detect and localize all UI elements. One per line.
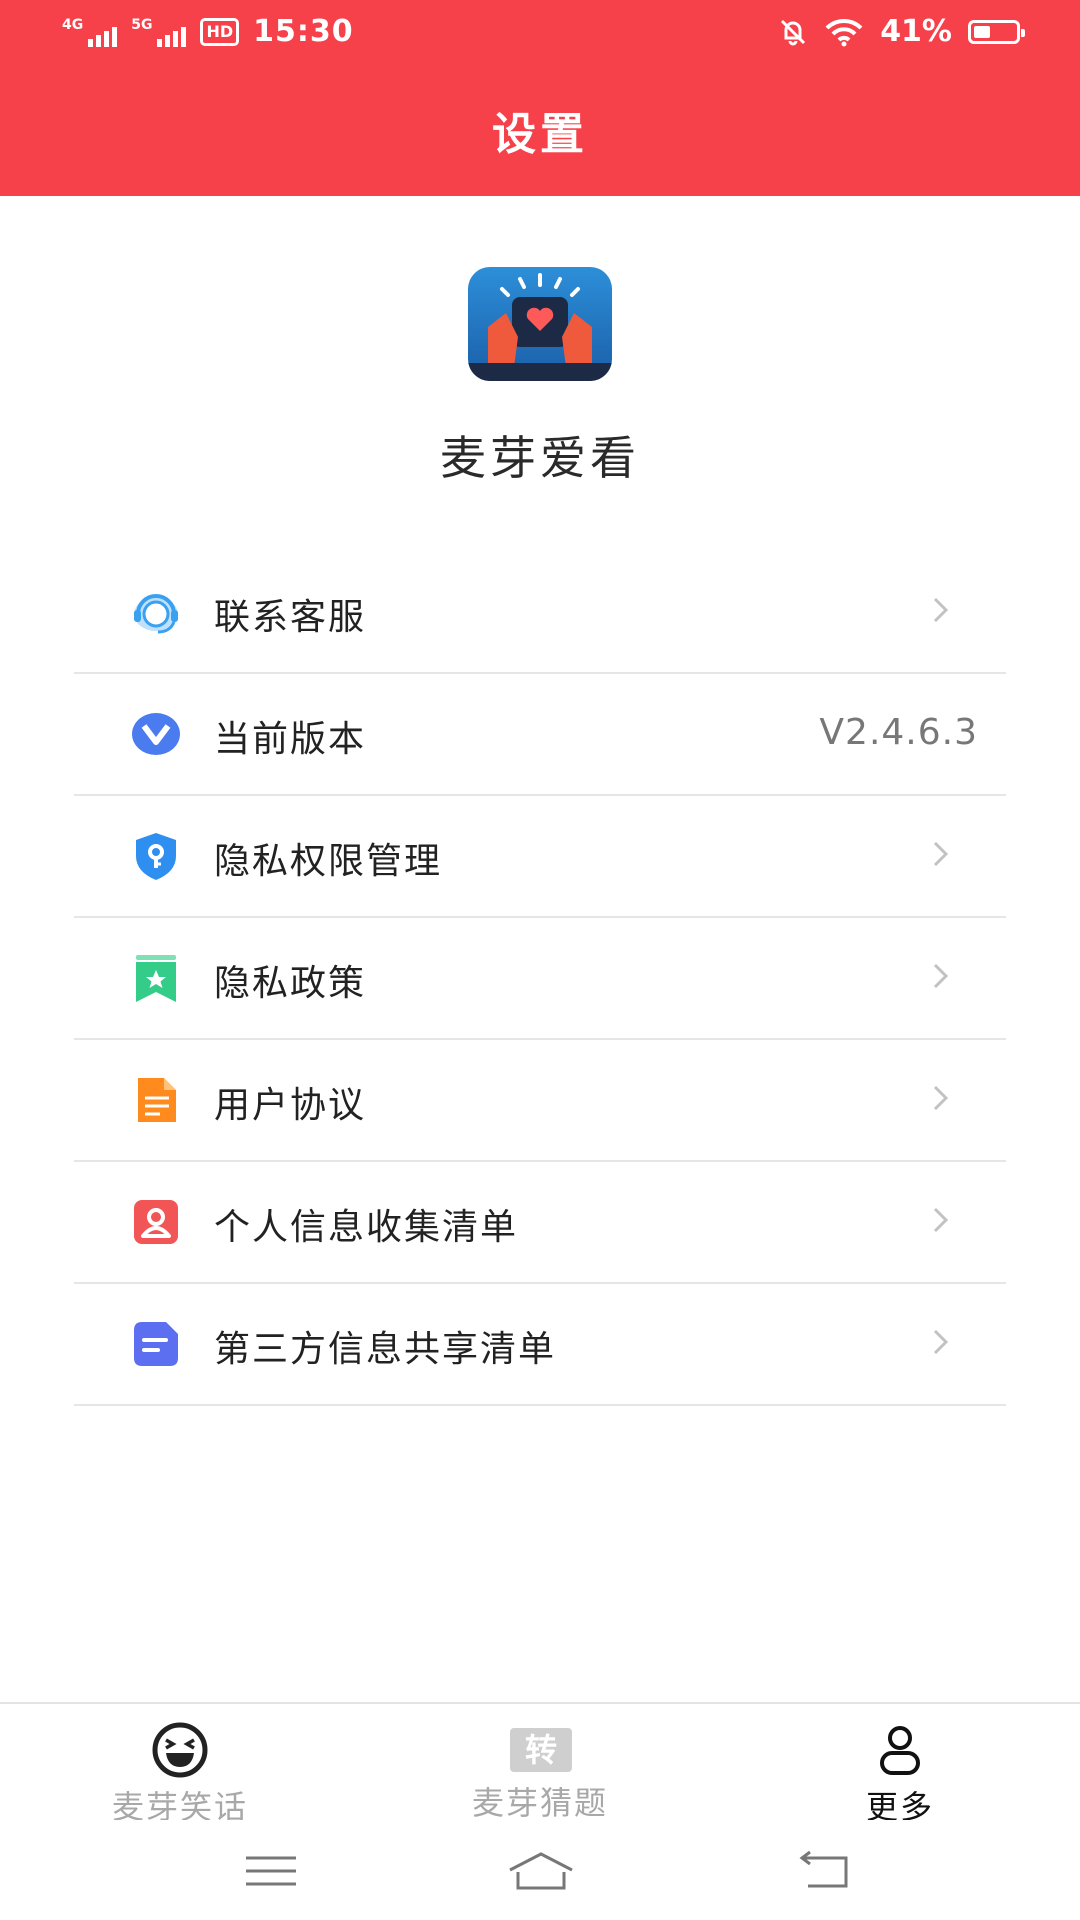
signal-4g-icon: 4G bbox=[62, 16, 118, 47]
app-logo bbox=[468, 267, 612, 381]
menu-item-current-version[interactable]: 当前版本 V2.4.6.3 bbox=[74, 674, 1006, 796]
chevron-right-icon bbox=[933, 597, 949, 623]
chevron-right-icon bbox=[933, 841, 949, 867]
menu-item-label: 第三方信息共享清单 bbox=[214, 1329, 557, 1370]
badge-text: 转 bbox=[510, 1728, 572, 1772]
menu-item-personal-info-list[interactable]: 个人信息收集清单 bbox=[74, 1162, 1006, 1284]
laughing-face-icon bbox=[152, 1722, 208, 1778]
menu-item-user-agreement[interactable]: 用户协议 bbox=[74, 1040, 1006, 1162]
person-icon bbox=[880, 1726, 920, 1775]
tab-label: 麦芽猜题 bbox=[471, 1784, 608, 1822]
settings-menu: 联系客服 当前版本 V2.4.6.3 隐私权限管理 隐私政策 用户协议 个人信息… bbox=[74, 552, 1006, 1406]
menu-icon[interactable] bbox=[236, 1848, 306, 1894]
bookmark-star-icon bbox=[136, 955, 176, 1002]
status-left: 4G 5G HD 15:30 bbox=[62, 14, 354, 49]
battery-percent: 41% bbox=[880, 14, 952, 49]
menu-item-contact-support[interactable]: 联系客服 bbox=[74, 552, 1006, 674]
network-type-label: 4G bbox=[62, 16, 84, 33]
tab-more[interactable]: 更多 bbox=[800, 1722, 1000, 1828]
status-right: 41% bbox=[778, 14, 1025, 49]
headset-icon bbox=[134, 594, 178, 634]
menu-item-label: 当前版本 bbox=[214, 719, 367, 760]
tab-quiz[interactable]: 转 麦芽猜题 bbox=[440, 1722, 640, 1824]
status-bar: 4G 5G HD 15:30 41% bbox=[0, 0, 1080, 70]
chevron-right-icon bbox=[933, 1085, 949, 1111]
zhuan-badge-icon: 转 bbox=[508, 1722, 572, 1778]
menu-item-privacy-permissions[interactable]: 隐私权限管理 bbox=[74, 796, 1006, 918]
menu-item-label: 联系客服 bbox=[214, 597, 367, 638]
menu-item-label: 隐私权限管理 bbox=[214, 841, 443, 882]
menu-item-label: 个人信息收集清单 bbox=[214, 1207, 519, 1248]
list-card-icon bbox=[134, 1322, 178, 1366]
clock: 15:30 bbox=[253, 14, 354, 49]
signal-5g-icon: 5G bbox=[131, 16, 187, 47]
chevron-right-icon bbox=[933, 963, 949, 989]
person-card-icon bbox=[134, 1200, 178, 1244]
mute-bell-icon bbox=[781, 19, 806, 45]
menu-item-privacy-policy[interactable]: 隐私政策 bbox=[74, 918, 1006, 1040]
network-type-label: 5G bbox=[131, 16, 153, 33]
back-icon[interactable] bbox=[790, 1848, 860, 1894]
header-bar: 4G 5G HD 15:30 41% 设置 bbox=[0, 0, 1080, 196]
version-v-icon bbox=[132, 713, 180, 755]
tab-jokes[interactable]: 麦芽笑话 bbox=[80, 1722, 280, 1828]
version-value: V2.4.6.3 bbox=[819, 712, 978, 753]
menu-item-label: 隐私政策 bbox=[214, 963, 367, 1004]
shield-key-icon bbox=[136, 833, 176, 880]
document-icon bbox=[138, 1078, 176, 1122]
hd-voice-icon: HD bbox=[200, 17, 240, 46]
battery-icon bbox=[968, 19, 1025, 44]
menu-item-label: 用户协议 bbox=[214, 1085, 367, 1126]
chevron-right-icon bbox=[933, 1329, 949, 1355]
chevron-right-icon bbox=[933, 1207, 949, 1233]
page-title: 设置 bbox=[492, 109, 588, 160]
system-nav-bar bbox=[0, 1820, 1080, 1920]
wifi-icon bbox=[825, 18, 863, 46]
app-name: 麦芽爱看 bbox=[440, 431, 640, 485]
menu-item-third-party-sharing-list[interactable]: 第三方信息共享清单 bbox=[74, 1284, 1006, 1406]
bottom-tab-bar: 麦芽笑话 转 麦芽猜题 更多 bbox=[0, 1702, 1080, 1826]
home-icon[interactable] bbox=[506, 1848, 576, 1894]
